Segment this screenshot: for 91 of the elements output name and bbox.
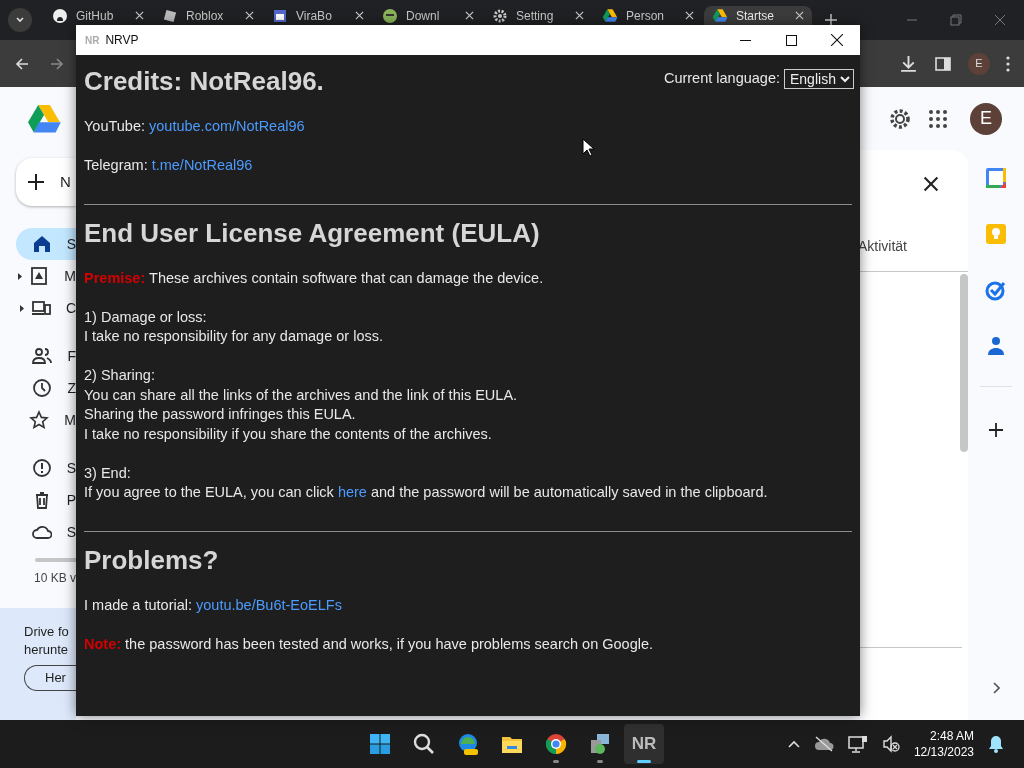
browser-tab[interactable]: ViraBo [264, 6, 372, 25]
drive-logo-icon [26, 102, 62, 134]
restore-icon[interactable] [950, 14, 962, 26]
home-icon [31, 234, 52, 254]
tutorial-label: I made a tutorial: [84, 595, 192, 615]
browser-tab[interactable]: Setting [484, 6, 592, 25]
plus-icon[interactable] [988, 422, 1004, 438]
tutorial-link[interactable]: youtu.be/Bu6t-EoELFs [196, 595, 342, 615]
back-arrow-icon[interactable] [14, 55, 30, 72]
maximize-icon [785, 34, 797, 46]
forward-arrow-icon[interactable] [49, 55, 65, 72]
search-icon [412, 732, 436, 756]
computer-icon [30, 298, 51, 318]
settings-icon [492, 7, 508, 24]
network-icon[interactable] [847, 735, 868, 753]
paragraph: Premise: These archives contain software that can damage the device. [84, 268, 545, 288]
settings-icon[interactable] [888, 106, 912, 131]
contact-link[interactable]: youtube.com/NotReal96 [149, 117, 305, 137]
page-heading: Credits: NotReal96. [84, 65, 324, 97]
link[interactable]: here [337, 484, 367, 500]
star-icon [29, 410, 50, 430]
text-line: I take no responsibility if you share the contents of the archives. [84, 424, 493, 444]
side-panel-icon[interactable] [934, 54, 952, 73]
nav-item[interactable]: F [16, 340, 76, 372]
mouse-cursor-icon [582, 138, 594, 157]
window-title: NRVP [105, 32, 139, 49]
taskbar-app[interactable]: NR [624, 724, 664, 764]
storage-bar [35, 558, 76, 562]
clock-date[interactable]: 12/13/2023 [913, 744, 974, 760]
nav-item[interactable]: S [16, 228, 76, 260]
drive-folder-icon [29, 266, 50, 286]
tab-list-button[interactable] [8, 8, 32, 32]
contact-link[interactable]: t.me/NotReal96 [151, 156, 253, 176]
menu-icon[interactable] [1006, 55, 1010, 72]
text-line: Sharing the password infringes this EULA. [84, 405, 357, 424]
text-line: If you agree to the EULA, you can click here and the password will be automatically saved in the clipboard. [84, 483, 769, 502]
browser-tab[interactable]: Roblox [154, 6, 262, 25]
download-icon[interactable] [899, 54, 918, 73]
caret-icon[interactable] [18, 272, 23, 280]
start-icon [368, 732, 392, 756]
plus-icon [27, 173, 45, 191]
chevron-up-icon[interactable] [787, 740, 800, 748]
nav-item[interactable]: S [16, 452, 76, 484]
section-heading: End User License Agreement (EULA) [84, 216, 541, 249]
section-heading: Problems? [84, 543, 220, 576]
chrome-icon [544, 732, 568, 756]
language-select[interactable]: English [784, 69, 854, 89]
nav-item[interactable]: P [16, 484, 76, 516]
nav-item[interactable]: M [16, 260, 76, 292]
nav-item[interactable]: Z [16, 372, 76, 404]
browser-tab[interactable]: Person [594, 6, 702, 25]
close-icon[interactable] [923, 176, 939, 192]
text-line: 3) End: [84, 463, 132, 483]
app-icon: NR [85, 32, 100, 48]
contact-label: Telegram: [84, 156, 148, 175]
storage-text: 10 KB v [34, 570, 76, 587]
profile-avatar[interactable]: E [968, 52, 990, 75]
account-avatar[interactable]: E [970, 102, 1002, 135]
browser-tab[interactable]: Startse [704, 6, 812, 25]
nav-item[interactable]: S [16, 516, 76, 548]
paragraph: Note: the password has been tested and works, if you have problems search on Google. [84, 634, 655, 654]
new-button[interactable]: N [16, 158, 76, 206]
text-line: I take no responsibility for any damage or loss. [84, 327, 384, 346]
people-icon [32, 346, 53, 366]
cloud-icon[interactable] [813, 736, 834, 752]
promo-text: Drive fo [24, 623, 70, 641]
close-icon [831, 34, 843, 46]
window-icon [272, 7, 288, 24]
browser-tab[interactable]: Downl [374, 6, 482, 25]
chevron-down-icon [15, 15, 25, 25]
drive-icon [602, 7, 618, 24]
drive-icon [712, 7, 728, 24]
muted-speaker-icon[interactable] [881, 735, 900, 753]
text-line: 2) Sharing: [84, 366, 156, 385]
promo-text: herunte [24, 641, 70, 659]
contact-label: YouTube: [84, 117, 145, 136]
bell-icon[interactable] [988, 735, 1004, 753]
clock-icon [32, 378, 53, 398]
new-tab-icon[interactable] [824, 13, 838, 27]
warning-icon [31, 458, 52, 478]
caret-icon[interactable] [19, 304, 24, 312]
clock-time[interactable]: 2:48 AM [913, 728, 974, 744]
nav-item[interactable]: C [16, 292, 76, 324]
nav-item[interactable]: M [16, 404, 76, 436]
language-label: Current language: [663, 69, 780, 89]
browser-tab[interactable]: GitHub [44, 6, 152, 25]
scrollbar[interactable] [960, 274, 968, 452]
text-line: 1) Damage or loss: [84, 307, 208, 327]
chevron-right-icon[interactable] [992, 682, 1000, 694]
text-line: You can share all the links of the archives and the link of this EULA. [84, 385, 519, 405]
apps-grid-icon[interactable] [929, 109, 947, 128]
